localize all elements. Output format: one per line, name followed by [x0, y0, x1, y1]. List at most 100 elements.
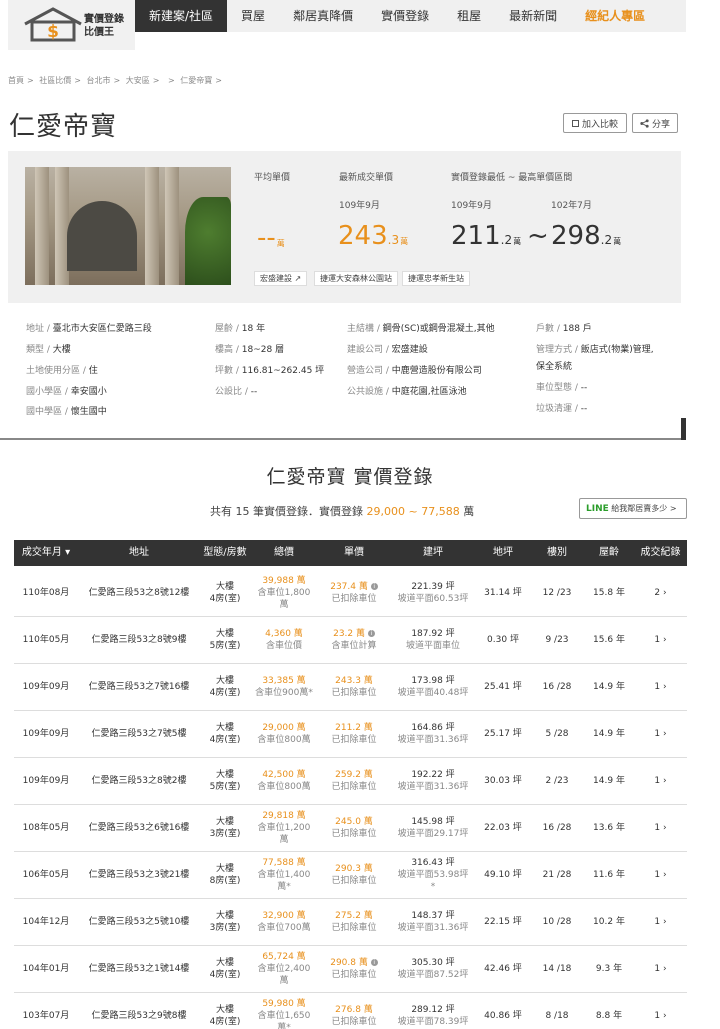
cell-floor: 2 /23 [545, 776, 569, 786]
cell-building-area: 305.30 坪坡道平面87.52坪 [397, 958, 469, 980]
cell-floor: 9 /23 [545, 635, 569, 645]
detail-builder: 建設公司 / 宏盛建設 [347, 345, 428, 355]
section-subtitle: 共有 15 筆實價登錄．實價登錄 29,000 ~ 77,588 萬 [210, 505, 475, 518]
cell-building-area: 192.22 坪坡道平面31.36坪 [397, 770, 469, 792]
cell-floor: 14 /18 [542, 964, 572, 974]
cell-total: 42,500 萬含車位800萬 [257, 770, 311, 792]
table-row[interactable]: 109年09月 仁愛路三段53之8號2樓 大樓 5房(室) 42,500 萬含車位800… [14, 758, 687, 805]
cell-records[interactable]: 1 › [634, 993, 687, 1029]
nav-new-projects[interactable]: 新建案/社區 [135, 0, 228, 32]
cell-date: 109年09月 [22, 729, 70, 739]
cell-records[interactable]: 1 › [634, 899, 687, 945]
cell-address: 仁愛路三段53之8號2樓 [91, 776, 187, 786]
house-dollar-icon: $ [24, 7, 82, 42]
line-share-button[interactable]: LINE 給我鄰居賣多少 > [579, 498, 687, 519]
cell-building-area: 221.39 坪坡道平面60.53坪 [397, 582, 469, 604]
cell-records[interactable]: 1 › [634, 852, 687, 898]
cell-date: 108年05月 [22, 823, 70, 833]
cell-total: 77,588 萬含車位1,400 萬* [257, 858, 311, 892]
cell-address: 仁愛路三段53之7號5樓 [91, 729, 187, 739]
cell-building-area: 148.37 坪坡道平面31.36坪 [397, 911, 469, 933]
cell-floor: 16 /28 [542, 682, 572, 692]
info-icon[interactable]: i [370, 583, 378, 590]
th-type: 型態/房數 [203, 547, 247, 558]
table-row[interactable]: 108年05月 仁愛路三段53之6號16樓 大樓 3房(室) 29,818 萬含車位1,… [14, 805, 687, 852]
detail-elementary: 國小學區 / 幸安國小 [26, 387, 107, 397]
nav-rent[interactable]: 租屋 [443, 0, 495, 32]
table-row[interactable]: 109年09月 仁愛路三段53之7號5樓 大樓 4房(室) 29,000 萬含車位800… [14, 711, 687, 758]
cell-records[interactable]: 1 › [634, 664, 687, 710]
share-label: 分享 [651, 119, 670, 130]
nav-buy[interactable]: 買屋 [227, 0, 279, 32]
add-compare-button[interactable]: 加入比較 [563, 113, 627, 133]
cell-records[interactable]: 1 › [634, 711, 687, 757]
cell-records[interactable]: 1 › [634, 805, 687, 851]
cell-address: 仁愛路三段53之5號10樓 [88, 917, 190, 927]
cell-age: 14.9 年 [593, 776, 625, 786]
tag-mrt-daan-park[interactable]: 捷運大安森林公園站 [314, 271, 398, 286]
cell-age: 9.3 年 [595, 964, 623, 974]
detail-public-ratio: 公設比 / -- [215, 387, 258, 397]
nav-neighbor-discount[interactable]: 鄰居真降價 [279, 0, 367, 32]
low-price-value: 211.2萬 [451, 221, 522, 251]
site-logo[interactable]: $ 實價登錄 比價王 [8, 0, 135, 50]
cell-total: 33,385 萬含車位900萬* [255, 676, 313, 698]
cell-date: 109年09月 [22, 682, 70, 692]
breadcrumb-city[interactable]: 台北市 [87, 76, 111, 85]
table-row[interactable]: 110年05月 仁愛路三段53之8號9樓 大樓 5房(室) 4,360 萬含車位價 23.… [14, 617, 687, 664]
table-row[interactable]: 106年05月 仁愛路三段53之3號21樓 大樓 8房(室) 77,588 萬含車位1,… [14, 852, 687, 899]
table-row[interactable]: 109年09月 仁愛路三段53之7號16樓 大樓 4房(室) 33,385 萬含車位90… [14, 664, 687, 711]
cell-records[interactable]: 1 › [634, 617, 687, 663]
cell-records[interactable]: 2 › [634, 570, 687, 616]
table-row[interactable]: 103年07月 仁愛路三段53之9號8樓 大樓 4房(室) 59,980 萬含車位1,6… [14, 993, 687, 1029]
cell-records[interactable]: 1 › [634, 946, 687, 992]
table-row[interactable]: 110年08月 仁愛路三段53之8號12樓 大樓 4房(室) 39,988 萬含車位1,… [14, 570, 687, 617]
detail-management: 管理方式 / 飯店式(物業)管理, [536, 345, 654, 355]
th-date[interactable]: 成交年月 ▾ [14, 540, 78, 566]
cell-date: 103年07月 [22, 1011, 70, 1021]
cell-address: 仁愛路三段53之8號12樓 [88, 588, 190, 598]
price-range-label: 實價登錄最低 ~ 最高單價區間 [451, 173, 573, 183]
cell-age: 13.6 年 [593, 823, 625, 833]
breadcrumb-community[interactable]: 社區比價 [39, 76, 71, 85]
tag-mrt-zhongxiao-xinsheng[interactable]: 捷運忠孝新生站 [402, 271, 470, 286]
cell-land-area: 30.03 坪 [484, 776, 522, 786]
nav-real-price[interactable]: 實價登錄 [367, 0, 443, 32]
nav-broker[interactable]: 經紀人專區 [571, 0, 659, 32]
detail-management-cont: 保全系統 [536, 362, 573, 372]
cell-date: 109年09月 [22, 776, 70, 786]
section-title: 仁愛帝寶 實價登錄 [266, 466, 434, 488]
range-tilde: ~ [527, 221, 549, 251]
table-row[interactable]: 104年01月 仁愛路三段53之1號14樓 大樓 4房(室) 65,724 萬含車位2,… [14, 946, 687, 993]
detail-zoning: 土地使用分區 / 住 [26, 366, 98, 376]
avg-price-label: 平均單價 [254, 173, 291, 183]
share-button[interactable]: 分享 [632, 113, 678, 133]
nav-news[interactable]: 最新新聞 [495, 0, 571, 32]
cell-total: 29,000 萬含車位800萬 [257, 723, 311, 745]
detail-parking: 車位型態 / -- [536, 383, 588, 393]
logo-text: 實價登錄 比價王 [84, 13, 124, 39]
info-icon[interactable]: i [367, 630, 375, 637]
tag-developer[interactable]: 宏盛建設 ↗ [254, 271, 308, 286]
cell-building-area: 187.92 坪坡道平面車位 [405, 629, 460, 651]
breadcrumb-home[interactable]: 首頁 [8, 76, 24, 85]
building-photo[interactable] [25, 167, 231, 285]
cell-type: 大樓 5房(室) [209, 629, 241, 651]
page-title: 仁愛帝寶 [9, 112, 118, 142]
th-records: 成交紀錄 [640, 547, 681, 558]
logo-line1: 實價登錄 [84, 14, 124, 25]
external-link-icon: ↗ [294, 274, 302, 283]
cell-age: 14.9 年 [593, 682, 625, 692]
cell-type: 大樓 3房(室) [209, 817, 241, 839]
info-icon[interactable]: i [370, 959, 378, 966]
table-header: 成交年月 ▾ 地址 型態/房數 總價 單價 建坪 地坪 樓別 屋齡 成交紀錄 [14, 540, 687, 566]
cell-type: 大樓 8房(室) [209, 864, 241, 886]
latest-date: 109年9月 [339, 201, 380, 211]
cell-unit: 237.4 萬 i 已扣除車位 [330, 582, 378, 604]
cell-records[interactable]: 1 › [634, 758, 687, 804]
avg-price-value: --萬 [257, 223, 285, 253]
table-row[interactable]: 104年12月 仁愛路三段53之5號10樓 大樓 3房(室) 32,900 萬含車位70… [14, 899, 687, 946]
breadcrumb-district[interactable]: 大安區 [126, 76, 150, 85]
cell-building-area: 164.86 坪坡道平面31.36坪 [397, 723, 469, 745]
cell-land-area: 49.10 坪 [484, 870, 522, 880]
